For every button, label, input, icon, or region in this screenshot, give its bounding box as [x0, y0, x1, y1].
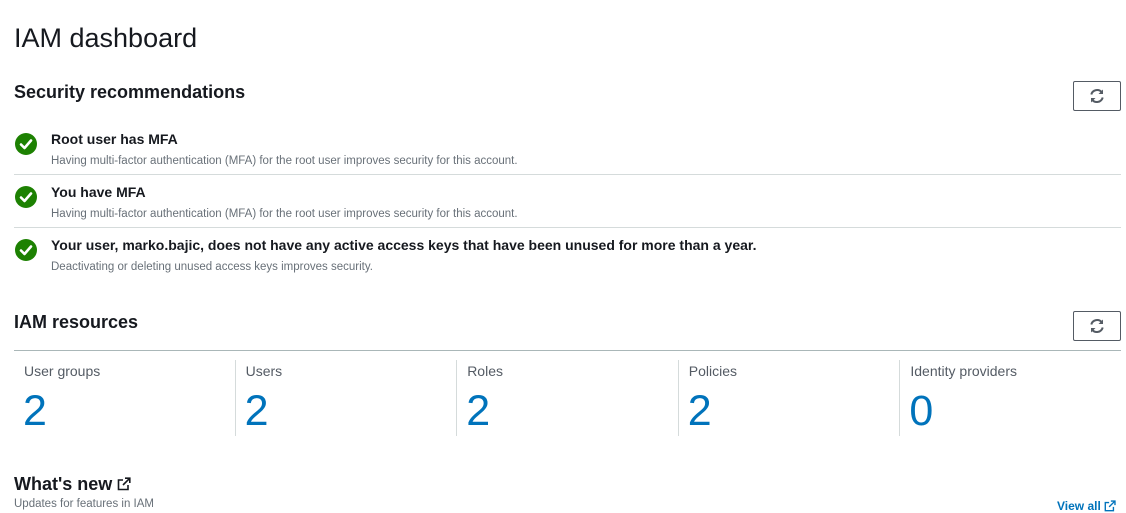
whats-new-heading[interactable]: What's new [14, 472, 131, 496]
whats-new-title: What's new [14, 474, 113, 494]
page-title: IAM dashboard [14, 23, 198, 53]
resource-label: Roles [467, 363, 503, 379]
resource-users: Users 2 [234, 360, 457, 436]
resource-label: Identity providers [910, 363, 1017, 379]
whats-new-subtitle: Updates for features in IAM [14, 498, 154, 510]
resource-count-link[interactable]: 2 [23, 388, 47, 434]
resource-label: Policies [688, 363, 738, 379]
resource-count-link[interactable]: 0 [909, 388, 933, 434]
check-circle-icon [15, 186, 37, 208]
security-recommendations-list: Root user has MFA Having multi-factor au… [14, 122, 1121, 281]
resource-label: Users [245, 363, 283, 379]
check-circle-icon [15, 239, 37, 261]
external-link-icon [1104, 500, 1116, 512]
resource-count-link[interactable]: 2 [688, 388, 712, 434]
resources-grid: User groups 2 Users 2 Roles 2 Policies 2… [14, 360, 1121, 436]
resource-user-groups: User groups 2 [14, 360, 235, 436]
refresh-icon [1090, 88, 1104, 104]
recommendation-item: You have MFA Having multi-factor authent… [14, 175, 1121, 228]
view-all-link[interactable]: View all [1057, 499, 1116, 513]
check-circle-icon [15, 133, 37, 155]
resource-roles: Roles 2 [456, 360, 678, 436]
security-refresh-button[interactable] [1073, 81, 1121, 111]
resources-refresh-button[interactable] [1073, 311, 1121, 341]
resources-divider [14, 350, 1121, 351]
iam-resources-title: IAM resources [14, 312, 139, 332]
external-link-icon [117, 477, 131, 491]
resource-label: User groups [24, 363, 101, 379]
recommendation-description: Having multi-factor authentication (MFA)… [51, 208, 518, 220]
security-recommendations-title: Security recommendations [14, 82, 246, 102]
recommendation-item: Root user has MFA Having multi-factor au… [14, 122, 1121, 175]
resource-count-link[interactable]: 2 [245, 388, 269, 434]
view-all-label: View all [1057, 499, 1101, 513]
recommendation-item: Your user, marko.bajic, does not have an… [14, 228, 1121, 281]
resource-policies: Policies 2 [677, 360, 900, 436]
recommendation-title: Your user, marko.bajic, does not have an… [51, 237, 757, 253]
recommendation-description: Deactivating or deleting unused access k… [51, 261, 373, 273]
recommendation-title: Root user has MFA [51, 131, 178, 147]
recommendation-description: Having multi-factor authentication (MFA)… [51, 155, 518, 167]
resource-identity-providers: Identity providers 0 [899, 360, 1121, 436]
resource-count-link[interactable]: 2 [466, 388, 490, 434]
refresh-icon [1090, 318, 1104, 334]
recommendation-title: You have MFA [51, 184, 146, 200]
